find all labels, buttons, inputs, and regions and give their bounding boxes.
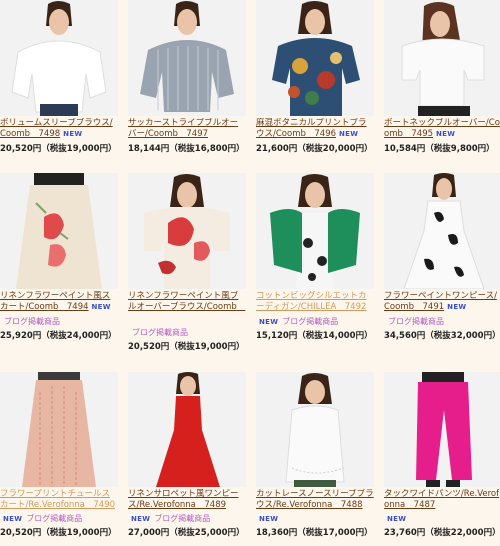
product-photo[interactable]: [0, 372, 118, 487]
product-name[interactable]: リネンサロペット風ワンピース/Re.Verofonna 7489: [128, 489, 246, 511]
product-link[interactable]: コットンビッグシルエットカーディガン/CHILLEA 7492: [256, 291, 367, 312]
product-link[interactable]: リネンフラワーペイント風ブルオーバーブラウス/Coomb 7493: [128, 291, 245, 313]
product-card[interactable]: リネンサロペット風ワンピース/Re.Verofonna 7489 NEW ブログ掲…: [128, 372, 246, 546]
product-link[interactable]: フラワーペイントワンピース/Coomb 7491: [384, 291, 497, 312]
product-link[interactable]: サッカーストライプブルオーバー/Coomb 7497: [128, 118, 238, 139]
product-price: 20,520円（税抜19,000円）: [128, 342, 245, 352]
product-price: 27,000円（税抜25,000円）: [128, 528, 245, 538]
blog-line: NEW ブログ掲載商品: [128, 514, 210, 524]
blog-badge[interactable]: ブログ掲載商品: [388, 317, 444, 326]
product-link[interactable]: フラワープリントチュールスカート/Re.Verofonna 7490: [0, 489, 115, 510]
new-badge: NEW: [259, 515, 279, 523]
new-badge: NEW: [91, 303, 111, 311]
product-card[interactable]: サッカーストライプブルオーバー/Coomb 7497 18,144円（税抜16,…: [128, 0, 246, 170]
blog-badge[interactable]: ブログ掲載商品: [154, 514, 210, 523]
product-name[interactable]: タックワイドパンツ/Re.Verofonna 7487: [384, 489, 500, 511]
product-card[interactable]: タックワイドパンツ/Re.Verofonna 7487 NEW 23,760円（…: [384, 372, 500, 546]
new-badge: NEW: [3, 515, 23, 523]
blog-line: NEW: [256, 514, 278, 524]
blog-line: NEW: [384, 514, 406, 524]
product-card[interactable]: フラワーペイントワンピース/Coomb 7491 NEW ブログ掲載商品 34,5…: [384, 173, 500, 363]
product-name[interactable]: 麻混ボタニカルプリントブラウス/Coomb 7496 NEW: [256, 118, 374, 140]
product-photo[interactable]: [0, 0, 118, 116]
product-price: 20,520円（税抜19,000円）: [0, 528, 117, 538]
product-card[interactable]: ボリュームスリーブブラウス/Coomb 7498 NEW 20,520円（税抜19…: [0, 0, 118, 170]
product-price: 25,920円（税抜24,000円）: [0, 331, 117, 341]
product-name[interactable]: リネンフラワーペイント風ブルオーバーブラウス/Coomb 7493NEW: [128, 291, 246, 313]
new-badge: NEW: [447, 303, 467, 311]
product-price: 21,600円（税抜20,000円）: [256, 144, 373, 154]
product-name[interactable]: コットンビッグシルエットカーディガン/CHILLEA 7492: [256, 291, 374, 313]
blog-badge[interactable]: ブログ掲載商品: [282, 317, 338, 326]
blog-badge[interactable]: ブログ掲載商品: [4, 317, 60, 326]
blog-line: ブログ掲載商品: [0, 317, 60, 327]
product-name[interactable]: リネンフラワーペイント風スカート/Coomb 7494 NEW: [0, 291, 118, 313]
product-price: 34,560円（税抜32,000円）: [384, 331, 500, 341]
product-name[interactable]: ボリュームスリーブブラウス/Coomb 7498 NEW: [0, 118, 118, 140]
product-card[interactable]: リネンフラワーペイント風スカート/Coomb 7494 NEW ブログ掲載商品 2…: [0, 173, 118, 363]
product-price: 15,120円（税抜14,000円）: [256, 331, 373, 341]
new-badge: NEW: [259, 318, 279, 326]
product-price: 20,520円（税抜19,000円）: [0, 144, 117, 154]
product-photo[interactable]: [384, 0, 500, 116]
product-link[interactable]: ボリュームスリーブブラウス/Coomb 7498: [0, 118, 113, 139]
product-card[interactable]: リネンフラワーペイント風ブルオーバーブラウス/Coomb 7493NEW ブログ…: [128, 173, 246, 363]
product-link[interactable]: タックワイドパンツ/Re.Verofonna 7487: [384, 489, 499, 510]
product-photo[interactable]: [256, 0, 374, 116]
product-price: 18,144円（税抜16,800円）: [128, 144, 245, 154]
product-photo[interactable]: [128, 372, 246, 487]
new-badge: NEW: [63, 130, 83, 138]
product-name[interactable]: ボートネックブルオーバー/Coomb 7495 NEW: [384, 118, 500, 140]
product-card[interactable]: カットレースノースリーブブラウス/Re.Verofonna 7488 NEW 1…: [256, 372, 374, 546]
product-name[interactable]: カットレースノースリーブブラウス/Re.Verofonna 7488: [256, 489, 374, 511]
product-photo[interactable]: [384, 372, 500, 487]
blog-line: NEW ブログ掲載商品: [256, 317, 338, 327]
product-card[interactable]: 麻混ボタニカルプリントブラウス/Coomb 7496 NEW 21,600円（税抜…: [256, 0, 374, 170]
product-price: 18,360円（税抜17,000円）: [256, 528, 373, 538]
product-card[interactable]: ボートネックブルオーバー/Coomb 7495 NEW 10,584円（税抜9,8…: [384, 0, 500, 170]
product-name[interactable]: フラワープリントチュールスカート/Re.Verofonna 7490: [0, 489, 118, 511]
product-link[interactable]: リネンサロペット風ワンピース/Re.Verofonna 7489: [128, 489, 239, 510]
blog-line: ブログ掲載商品: [128, 328, 188, 338]
product-photo[interactable]: [256, 173, 374, 289]
new-badge: NEW: [436, 130, 456, 138]
blog-line: NEW ブログ掲載商品: [0, 514, 82, 524]
product-grid: ボリュームスリーブブラウス/Coomb 7498 NEW 20,520円（税抜19…: [0, 0, 500, 546]
blog-badge[interactable]: ブログ掲載商品: [26, 514, 82, 523]
product-photo[interactable]: [128, 173, 246, 289]
product-photo[interactable]: [384, 173, 500, 289]
product-card[interactable]: コットンビッグシルエットカーディガン/CHILLEA 7492 NEW ブログ掲載…: [256, 173, 374, 363]
product-photo[interactable]: [256, 372, 374, 487]
product-card[interactable]: フラワープリントチュールスカート/Re.Verofonna 7490 NEW ブロ…: [0, 372, 118, 546]
blog-line: ブログ掲載商品: [384, 317, 444, 327]
new-badge: NEW: [131, 515, 151, 523]
new-badge: NEW: [387, 515, 407, 523]
product-photo[interactable]: [128, 0, 246, 116]
product-name[interactable]: フラワーペイントワンピース/Coomb 7491 NEW: [384, 291, 500, 313]
product-price: 23,760円（税抜22,000円）: [384, 528, 500, 538]
blog-badge[interactable]: ブログ掲載商品: [132, 328, 188, 337]
new-badge: NEW: [339, 130, 359, 138]
product-photo[interactable]: [0, 173, 118, 289]
product-price: 10,584円（税抜9,800円）: [384, 144, 495, 154]
product-name[interactable]: サッカーストライプブルオーバー/Coomb 7497: [128, 118, 246, 140]
product-link[interactable]: カットレースノースリーブブラウス/Re.Verofonna 7488: [256, 489, 374, 510]
